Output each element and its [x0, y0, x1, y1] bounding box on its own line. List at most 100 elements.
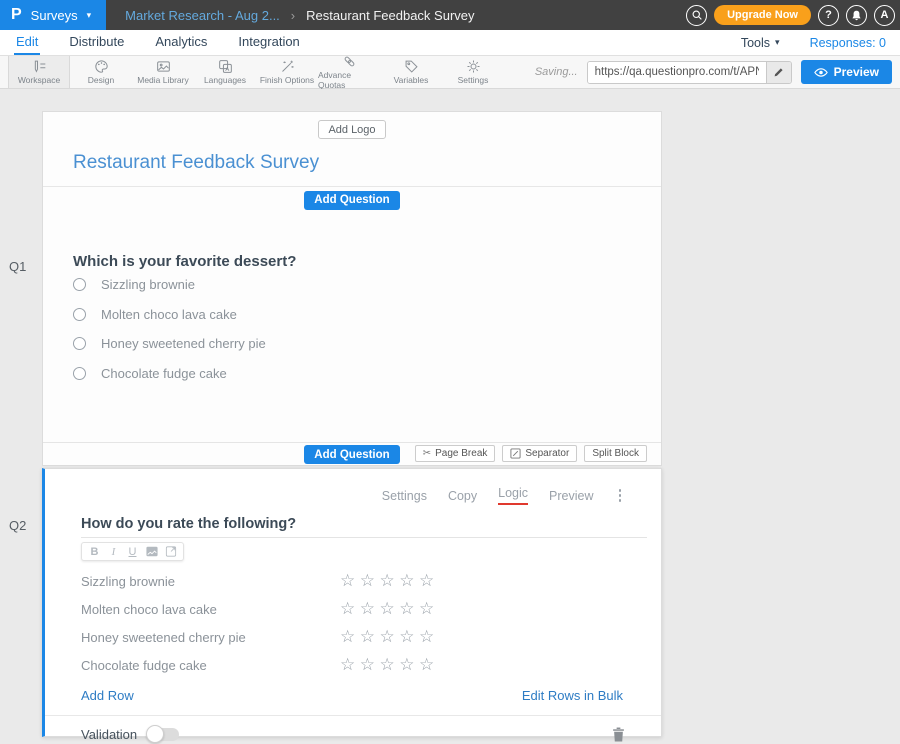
row-label[interactable]: Honey sweetened cherry pie — [81, 630, 340, 645]
star-icon[interactable]: ☆ — [399, 629, 414, 646]
edit-url-button[interactable] — [766, 62, 791, 83]
q1-question-text[interactable]: Which is your favorite dessert? — [73, 253, 661, 270]
toolbar-item-languages[interactable]: A Languages — [194, 56, 256, 88]
bold-button[interactable]: B — [85, 543, 104, 560]
toolbar-item-settings[interactable]: Settings — [442, 56, 504, 88]
underline-button[interactable]: U — [123, 543, 142, 560]
chevron-down-icon: ▾ — [775, 37, 780, 48]
tools-menu[interactable]: Tools ▾ — [741, 36, 780, 50]
q1-option-label[interactable]: Sizzling brownie — [101, 277, 195, 292]
question-logic-link[interactable]: Logic — [498, 486, 528, 505]
radio-icon[interactable] — [73, 308, 86, 321]
radio-icon[interactable] — [73, 367, 86, 380]
question-preview-link[interactable]: Preview — [549, 489, 593, 503]
insert-link-button[interactable] — [161, 543, 180, 560]
star-icon[interactable]: ☆ — [399, 573, 414, 590]
toolbar-item-workspace[interactable]: Workspace — [8, 56, 70, 88]
tab-integration[interactable]: Integration — [236, 30, 301, 55]
gear-icon — [466, 59, 481, 74]
question-copy-link[interactable]: Copy — [448, 489, 477, 503]
add-row-link[interactable]: Add Row — [81, 688, 134, 703]
q1-option-label[interactable]: Chocolate fudge cake — [101, 366, 227, 381]
tab-analytics[interactable]: Analytics — [153, 30, 209, 55]
star-icon[interactable]: ☆ — [340, 629, 355, 646]
star-icon[interactable]: ☆ — [419, 657, 434, 674]
add-question-button[interactable]: Add Question — [304, 445, 399, 464]
q1-option-label[interactable]: Honey sweetened cherry pie — [101, 336, 266, 351]
search-icon — [691, 9, 703, 21]
toggle-knob-icon — [146, 725, 164, 743]
page-break-button[interactable]: ✂ Page Break — [415, 445, 496, 462]
tab-edit[interactable]: Edit — [14, 30, 40, 55]
kebab-menu-icon[interactable] — [617, 487, 624, 504]
validation-toggle[interactable] — [149, 728, 179, 741]
breadcrumb: Market Research - Aug 2... › Restaurant … — [125, 8, 474, 23]
survey-title[interactable]: Restaurant Feedback Survey — [73, 152, 661, 174]
question-1: Which is your favorite dessert? Sizzling… — [43, 253, 661, 388]
star-icon[interactable]: ☆ — [399, 657, 414, 674]
star-icon[interactable]: ☆ — [419, 629, 434, 646]
q1-option-label[interactable]: Molten choco lava cake — [101, 307, 237, 322]
row-label[interactable]: Molten choco lava cake — [81, 602, 340, 617]
block-footer: Add Question ✂ Page Break Separator Spli… — [43, 442, 661, 465]
star-icon[interactable]: ☆ — [340, 657, 355, 674]
star-icon[interactable]: ☆ — [360, 601, 375, 618]
star-icon[interactable]: ☆ — [419, 601, 434, 618]
star-icon[interactable]: ☆ — [380, 657, 395, 674]
star-icon[interactable]: ☆ — [380, 573, 395, 590]
q1-option-row: Chocolate fudge cake — [73, 359, 661, 389]
toolbar-item-variables[interactable]: Variables — [380, 56, 442, 88]
row-label[interactable]: Sizzling brownie — [81, 574, 340, 589]
notifications-button[interactable] — [846, 5, 867, 26]
toolbar-item-design[interactable]: Design — [70, 56, 132, 88]
tools-label: Tools — [741, 36, 770, 50]
star-icon[interactable]: ☆ — [360, 629, 375, 646]
avatar[interactable]: A — [874, 5, 895, 26]
tab-distribute[interactable]: Distribute — [67, 30, 126, 55]
q1-side-label: Q1 — [9, 259, 26, 274]
surveys-menu-label: Surveys — [31, 8, 78, 23]
chevron-down-icon: ▾ — [87, 10, 92, 21]
star-icon[interactable]: ☆ — [380, 629, 395, 646]
search-button[interactable] — [686, 5, 707, 26]
star-icon[interactable]: ☆ — [360, 573, 375, 590]
row-label[interactable]: Chocolate fudge cake — [81, 658, 340, 673]
star-icon[interactable]: ☆ — [419, 573, 434, 590]
star-icon[interactable]: ☆ — [380, 601, 395, 618]
star-rating: ☆☆☆☆☆ — [340, 601, 434, 618]
surveys-menu[interactable]: P Surveys ▾ — [0, 0, 106, 30]
breadcrumb-parent[interactable]: Market Research - Aug 2... — [125, 8, 280, 23]
survey-url-group — [587, 61, 792, 84]
rating-row: Honey sweetened cherry pie ☆☆☆☆☆ — [45, 623, 661, 651]
italic-button[interactable]: I — [104, 543, 123, 560]
delete-question-button[interactable] — [612, 727, 625, 742]
insert-image-button[interactable] — [142, 543, 161, 560]
q2-question-text[interactable]: How do you rate the following? — [81, 516, 647, 532]
upgrade-now-button[interactable]: Upgrade Now — [714, 5, 811, 25]
survey-url-input[interactable] — [588, 62, 766, 83]
toolbar-item-advance-quotas[interactable]: Advance Quotas — [318, 56, 380, 88]
toolbar-item-media-library[interactable]: Media Library — [132, 56, 194, 88]
add-logo-button[interactable]: Add Logo — [318, 120, 385, 139]
star-rating: ☆☆☆☆☆ — [340, 657, 434, 674]
separator-button[interactable]: Separator — [502, 445, 577, 462]
add-question-button[interactable]: Add Question — [304, 191, 399, 210]
star-icon[interactable]: ☆ — [399, 601, 414, 618]
preview-button[interactable]: Preview — [801, 60, 892, 84]
radio-icon[interactable] — [73, 337, 86, 350]
q2-side-label: Q2 — [9, 518, 26, 533]
toolbar-item-finish-options[interactable]: Finish Options — [256, 56, 318, 88]
radio-icon[interactable] — [73, 278, 86, 291]
star-icon[interactable]: ☆ — [360, 657, 375, 674]
split-block-button[interactable]: Split Block — [584, 445, 647, 462]
star-icon[interactable]: ☆ — [340, 573, 355, 590]
question-settings-link[interactable]: Settings — [382, 489, 427, 503]
trash-icon — [612, 727, 625, 742]
help-button[interactable]: ? — [818, 5, 839, 26]
tabrow-right: Tools ▾ Responses: 0 — [741, 30, 886, 55]
star-icon[interactable]: ☆ — [340, 601, 355, 618]
question-2-block: Settings Copy Logic Preview How do you r… — [42, 468, 662, 737]
validation-row: Validation — [45, 715, 661, 744]
edit-rows-in-bulk-link[interactable]: Edit Rows in Bulk — [522, 688, 623, 703]
responses-count[interactable]: Responses: 0 — [810, 36, 886, 50]
